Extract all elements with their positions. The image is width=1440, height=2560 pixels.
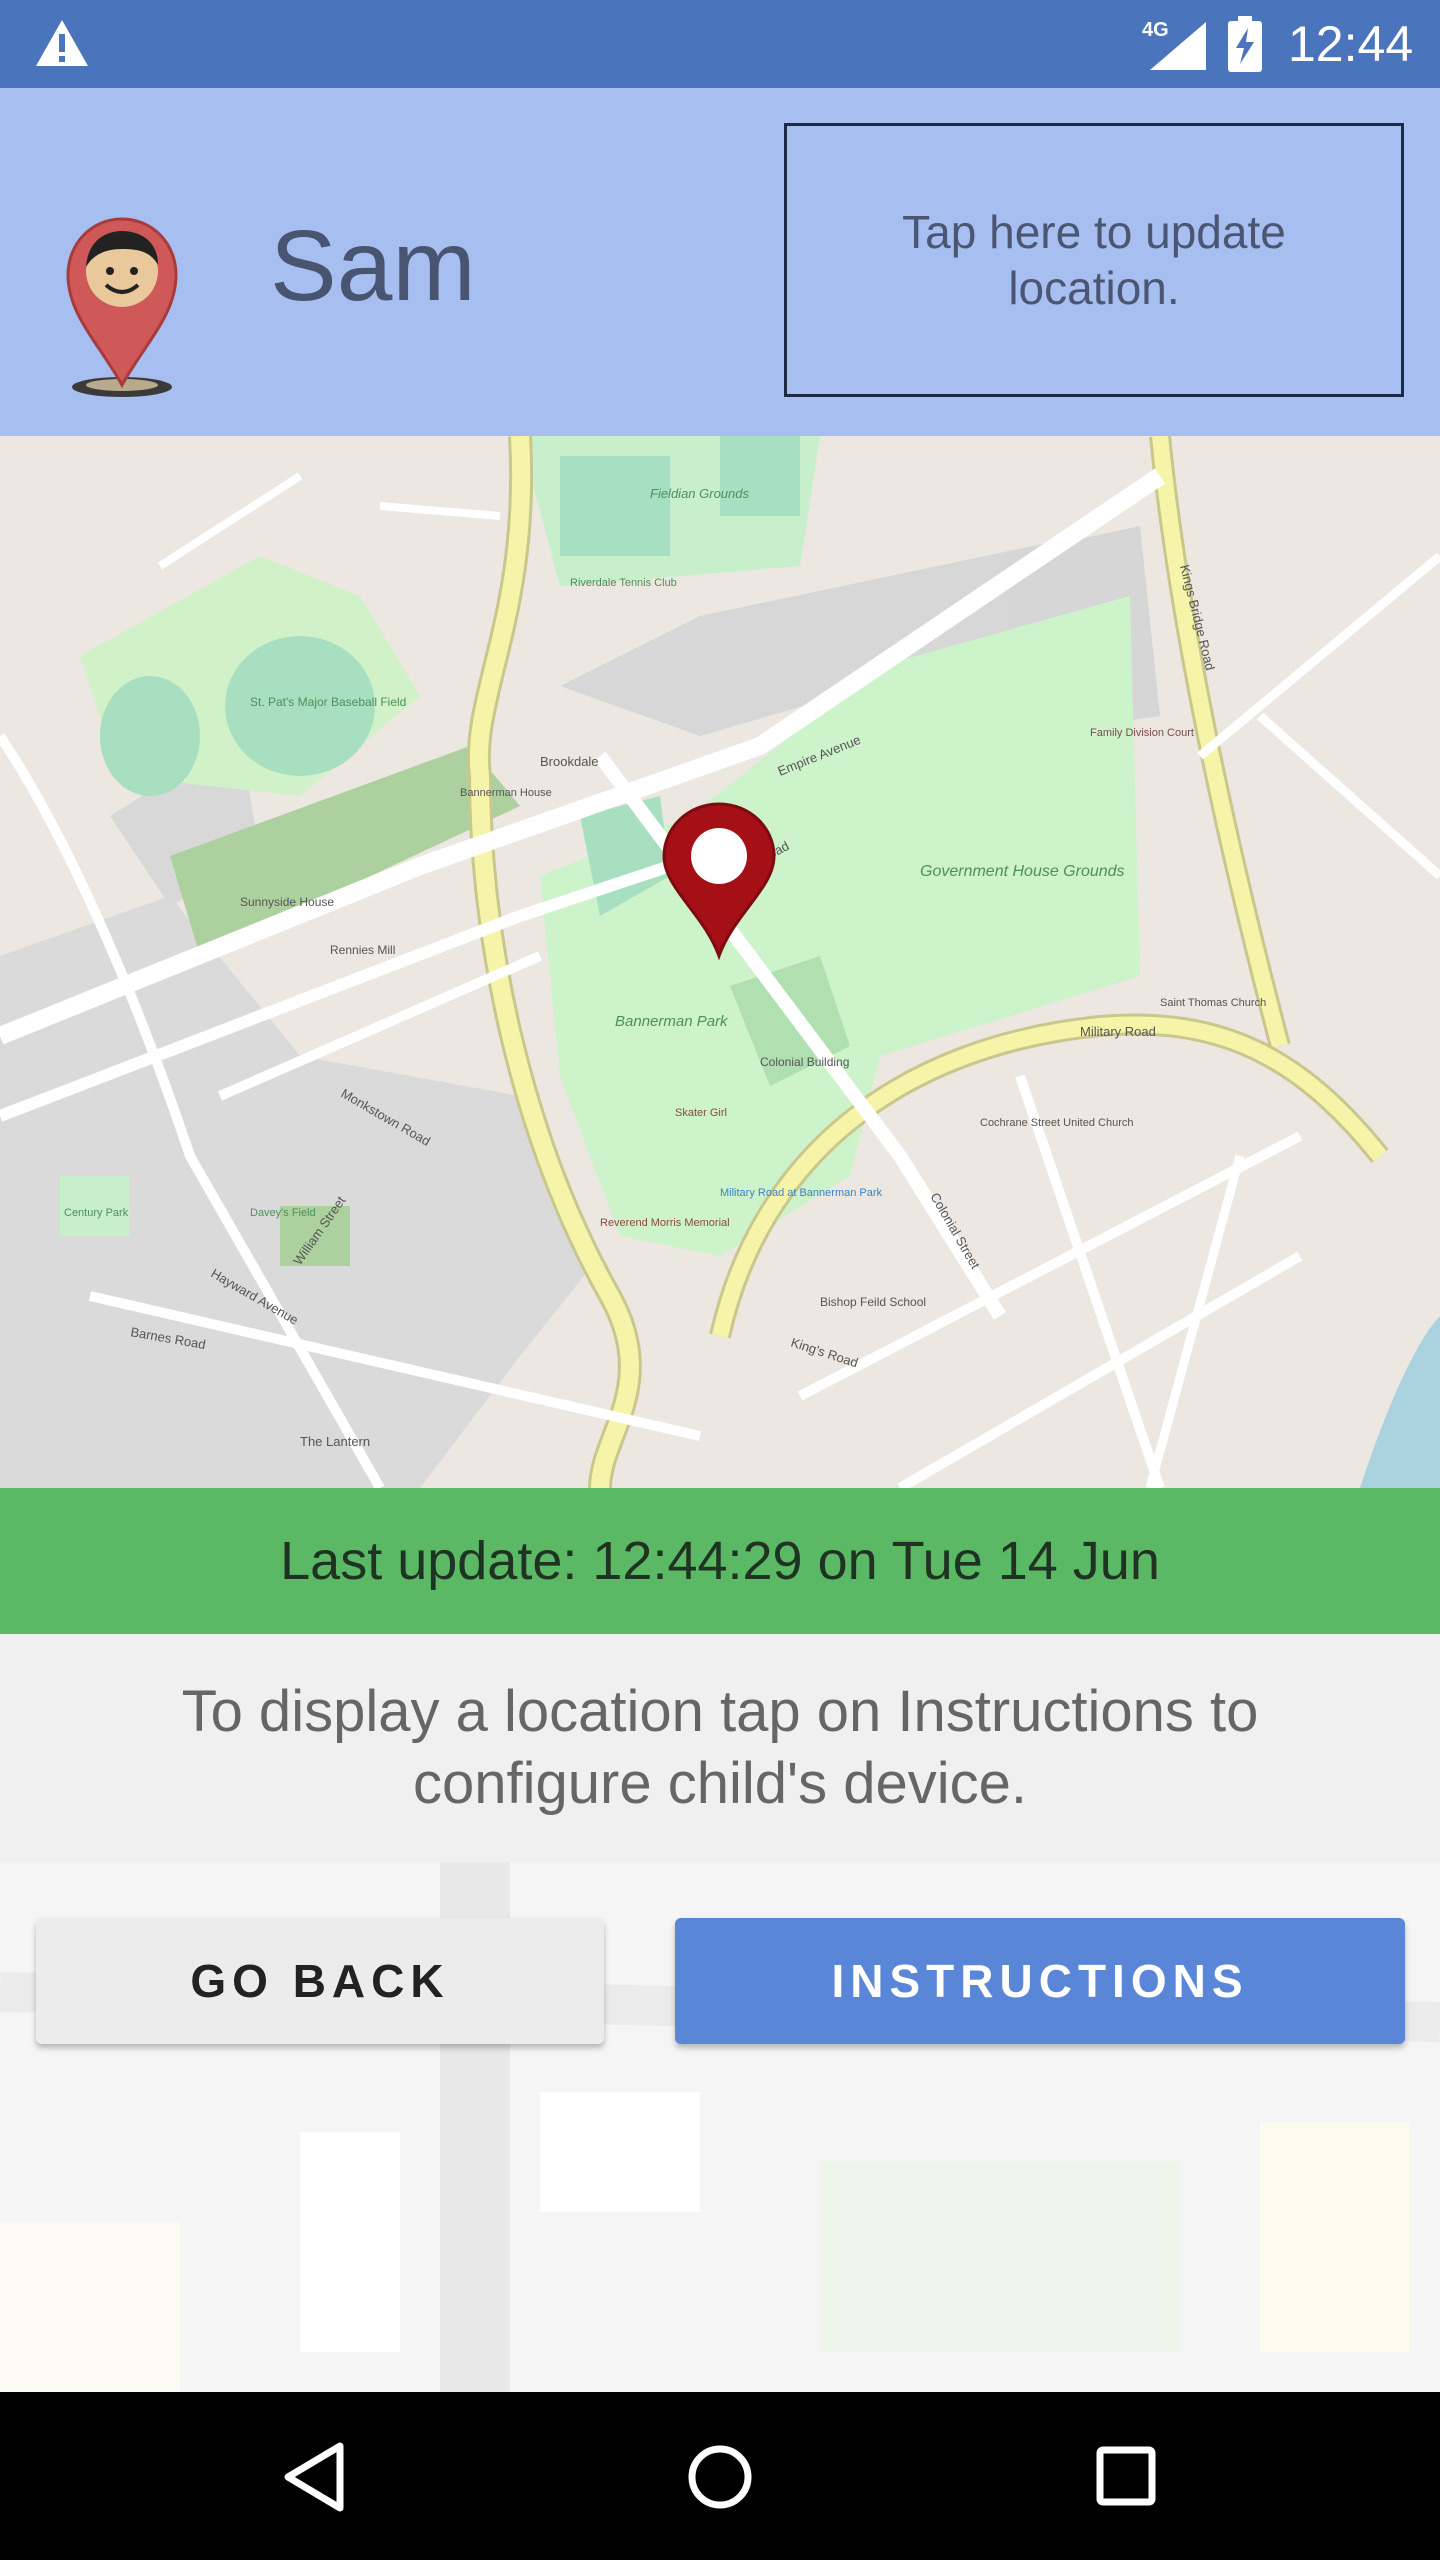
instructions-hint-text: To display a location tap on Instruction… <box>181 1679 1259 1816</box>
svg-text:Family Division Court: Family Division Court <box>1090 727 1194 739</box>
svg-text:Government House Grounds: Government House Grounds <box>920 863 1125 880</box>
svg-text:Bannerman Park: Bannerman Park <box>615 1013 729 1030</box>
child-header: Sam Tap here to update location. <box>0 88 1440 436</box>
svg-text:Reverend Morris Memorial: Reverend Morris Memorial <box>600 1217 730 1229</box>
svg-text:Brookdale: Brookdale <box>540 754 599 769</box>
instructions-button[interactable]: INSTRUCTIONS <box>675 1918 1405 2044</box>
child-name: Sam <box>270 210 476 322</box>
svg-text:Bannerman House: Bannerman House <box>460 787 552 799</box>
svg-text:Colonial Building: Colonial Building <box>760 1055 849 1069</box>
signal-icon: 4G <box>1142 19 1206 70</box>
go-back-button[interactable]: GO BACK <box>36 1918 604 2044</box>
child-avatar-pin-icon <box>66 217 178 397</box>
map-tiles[interactable]: Fieldian Grounds Riverdale Tennis Club E… <box>0 436 1440 1488</box>
clock: 12:44 <box>1288 16 1414 72</box>
recents-nav-icon[interactable] <box>1080 2432 1170 2522</box>
back-nav-icon[interactable] <box>270 2432 360 2522</box>
svg-text:Davey's Field: Davey's Field <box>250 1207 316 1219</box>
svg-text:Century Park: Century Park <box>64 1207 129 1219</box>
svg-text:Saint Thomas Church: Saint Thomas Church <box>1160 997 1266 1009</box>
svg-text:St. Pat's Major Baseball Field: St. Pat's Major Baseball Field <box>250 695 406 709</box>
update-location-button[interactable]: Tap here to update location. <box>784 123 1404 397</box>
system-nav-bar <box>0 2392 1440 2560</box>
home-nav-icon[interactable] <box>675 2432 765 2522</box>
svg-text:4G: 4G <box>1142 19 1169 41</box>
svg-text:Military Road at Bannerman Par: Military Road at Bannerman Park <box>720 1187 883 1199</box>
svg-text:The Lantern: The Lantern <box>300 1434 370 1449</box>
svg-text:Rennies Mill: Rennies Mill <box>330 943 395 957</box>
svg-text:Skater Girl: Skater Girl <box>675 1107 727 1119</box>
map-view[interactable]: Fieldian Grounds Riverdale Tennis Club E… <box>0 436 1440 1488</box>
warning-icon <box>36 20 88 66</box>
svg-text:Bishop Feild School: Bishop Feild School <box>820 1295 926 1309</box>
svg-text:Sunnyside House: Sunnyside House <box>240 895 334 909</box>
svg-text:Riverdale Tennis Club: Riverdale Tennis Club <box>570 577 677 589</box>
status-bar: 4G 12:44 <box>0 0 1440 88</box>
svg-text:Military Road: Military Road <box>1080 1024 1156 1039</box>
battery-charging-icon <box>1228 16 1262 72</box>
last-update-banner: Last update: 12:44:29 on Tue 14 Jun <box>0 1488 1440 1634</box>
svg-text:Fieldian Grounds: Fieldian Grounds <box>650 486 749 501</box>
instructions-hint: To display a location tap on Instruction… <box>0 1634 1440 1862</box>
svg-text:Cochrane Street United Church: Cochrane Street United Church <box>980 1117 1133 1129</box>
